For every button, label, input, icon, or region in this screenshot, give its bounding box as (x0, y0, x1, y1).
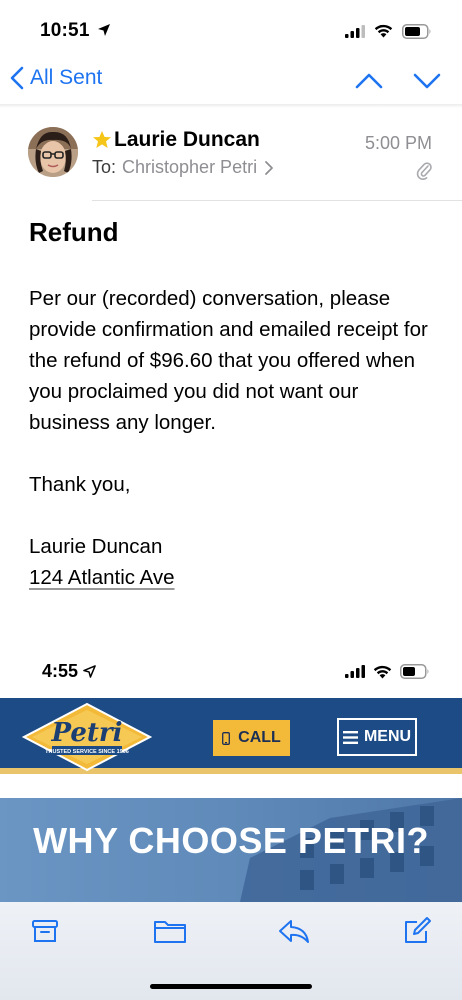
cellular-signal-icon (345, 665, 365, 678)
status-bar-indicators (345, 22, 432, 40)
sender-name: Laurie Duncan (114, 128, 260, 151)
email-subject: Refund (29, 217, 119, 247)
status-bar-time: 10:51 (40, 20, 111, 42)
compose-icon (405, 917, 431, 943)
nav-divider (0, 104, 462, 108)
menu-label: MENU (363, 728, 412, 745)
to-label: To: (92, 157, 117, 177)
email-body: Per our (recorded) conversation, please … (29, 283, 439, 593)
status-time-text: 10:51 (40, 20, 90, 41)
archive-button[interactable] (30, 916, 60, 951)
petri-logo[interactable]: Petri TRUSTED SERVICE SINCE 1906 (21, 702, 153, 772)
chevron-up-icon (355, 73, 383, 89)
battery-icon (400, 664, 429, 679)
logo-text: Petri (51, 718, 123, 748)
chevron-right-icon (265, 160, 273, 175)
star-icon (93, 131, 111, 148)
reply-icon (279, 920, 309, 943)
sender[interactable]: Laurie Duncan (92, 128, 260, 152)
header-divider (92, 200, 462, 201)
avatar-photo (28, 127, 78, 177)
archive-icon (32, 920, 58, 942)
logo-tagline: TRUSTED SERVICE SINCE 1906 (45, 749, 129, 755)
call-button[interactable]: CALL (213, 720, 290, 756)
embedded-time-text: 4:55 (42, 661, 79, 681)
call-label: CALL (238, 729, 281, 746)
recipient-row[interactable]: To: Christopher Petri (92, 157, 274, 178)
location-arrow-icon (98, 24, 111, 36)
message-time: 5:00 PM (364, 133, 432, 153)
compose-button[interactable] (402, 916, 432, 951)
reply-button[interactable] (277, 916, 311, 951)
wifi-icon (374, 24, 393, 38)
phone-icon (222, 731, 231, 745)
embedded-status-indicators (345, 664, 430, 679)
home-indicator[interactable] (150, 984, 312, 989)
location-arrow-icon (83, 665, 96, 678)
recipient-name: Christopher Petri (122, 157, 258, 177)
move-to-folder-button[interactable] (153, 916, 187, 951)
hero-title: WHY CHOOSE PETRI? (33, 820, 429, 861)
chevron-down-icon (413, 73, 441, 89)
back-button[interactable]: All Sent (10, 66, 102, 90)
signature-name: Laurie Duncan (29, 535, 163, 558)
hamburger-icon (342, 730, 358, 744)
embedded-status-time: 4:55 (42, 661, 96, 682)
next-message-button[interactable] (412, 66, 442, 101)
signature-address-link[interactable]: 124 Atlantic Ave (29, 566, 175, 589)
chevron-left-icon (10, 66, 24, 90)
battery-icon (402, 23, 431, 39)
sender-avatar[interactable] (28, 127, 78, 177)
menu-button[interactable]: MENU (337, 718, 417, 756)
cellular-signal-icon (345, 24, 365, 38)
wifi-icon (373, 665, 392, 678)
body-paragraph: Thank you, (29, 473, 131, 496)
back-label: All Sent (30, 66, 103, 89)
attachment-icon (416, 160, 432, 185)
body-paragraph: Per our (recorded) conversation, please … (29, 287, 428, 434)
previous-message-button[interactable] (354, 66, 384, 101)
folder-icon (154, 921, 186, 943)
